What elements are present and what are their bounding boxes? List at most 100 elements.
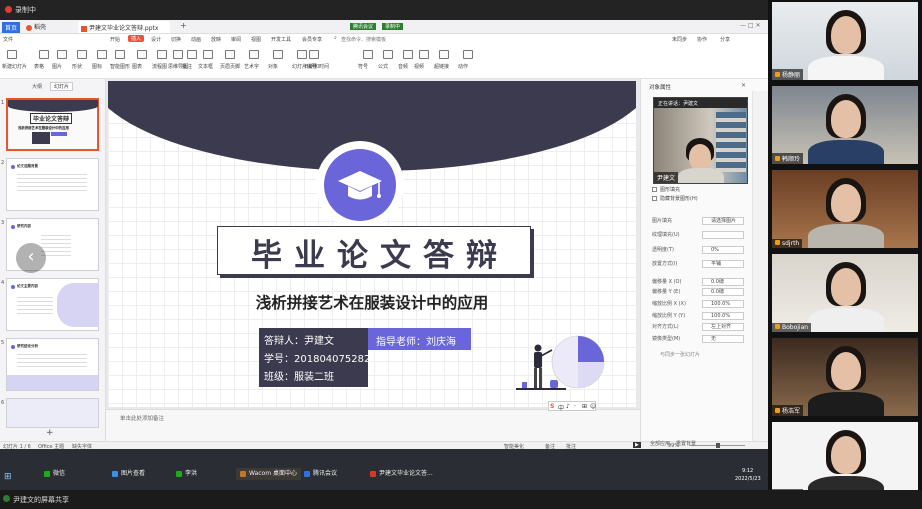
prop-value-4[interactable]: 0.0磅 [702, 278, 744, 286]
ribbon-17-icon[interactable] [383, 50, 393, 59]
checkbox-1[interactable] [652, 196, 657, 201]
ime-item-5[interactable]: ☺ [590, 403, 596, 410]
ribbon-21-icon[interactable] [463, 50, 473, 59]
play-icon[interactable]: ▶ [633, 442, 641, 448]
ribbon-6-icon[interactable] [137, 50, 147, 59]
ribbon-4-icon[interactable] [97, 50, 107, 59]
ribbon-8-icon[interactable] [173, 50, 183, 59]
ribbon-3-icon[interactable] [77, 50, 87, 59]
taskbar-app-0[interactable]: 微信 [40, 468, 69, 480]
search-icon[interactable]: ⌕ [334, 35, 337, 41]
menu-item-transition[interactable]: 切换 [171, 36, 181, 43]
prop-value-0[interactable]: 请选择图片 [702, 217, 744, 225]
slide-subtitle[interactable]: 浅析拼接艺术在服装设计中的应用 [108, 291, 636, 313]
apply-all-link[interactable]: 与同步一张幻灯片 [660, 351, 700, 358]
slide-thumb-6[interactable] [6, 398, 99, 428]
file-menu[interactable]: 文件 [3, 36, 13, 43]
menu-item-view[interactable]: 视图 [251, 36, 261, 43]
participant-tile[interactable]: 韩顺玲 [772, 86, 918, 164]
notes-placeholder[interactable]: 单击此处添加备注 [120, 414, 164, 422]
menu-item-insert[interactable]: 插入 [128, 35, 145, 42]
bottom-tab-0[interactable]: 全部应用 [650, 440, 670, 447]
doc-tab[interactable]: 尹建文毕业论文答辩.pptx [78, 21, 170, 33]
slide-thumb-5[interactable]: 研究结论分析 [6, 338, 99, 391]
notes-area[interactable]: 单击此处添加备注 [106, 409, 640, 441]
prev-slide-arrow[interactable]: ‹ [16, 243, 46, 273]
ribbon-1-icon[interactable] [39, 50, 49, 59]
participant-tile[interactable]: Bobojian [772, 254, 918, 332]
collab-button[interactable]: 协作 [697, 36, 707, 43]
ribbon-13-icon[interactable] [273, 50, 283, 59]
slide-thumb-4[interactable]: 论文主要内容 [6, 278, 99, 331]
prop-value-3[interactable]: 平铺 [702, 260, 744, 268]
ribbon-20-icon[interactable] [439, 50, 449, 59]
ribbon-4-label[interactable]: 图标 [92, 63, 102, 70]
prop-value-6[interactable]: 100.0% [702, 300, 744, 308]
zoom-slider-thumb[interactable] [716, 443, 720, 448]
ribbon-16-label[interactable]: 符号 [358, 63, 368, 70]
ribbon-19-label[interactable]: 视频 [414, 63, 424, 70]
ribbon-5-label[interactable]: 智能图形 [110, 63, 130, 70]
student-id-text[interactable]: 学号：201804075282 [264, 350, 370, 365]
class-text[interactable]: 班级：服装二班 [264, 368, 334, 383]
taskbar-app-4[interactable]: 腾讯会议 [300, 468, 341, 480]
ribbon-11-label[interactable]: 页眉页脚 [220, 63, 240, 70]
ime-item-3[interactable]: · [574, 403, 576, 410]
menu-item-slideshow[interactable]: 放映 [211, 36, 221, 43]
menu-item-member[interactable]: 会员专享 [302, 36, 322, 43]
speaker-video[interactable]: 正在讲话：尹建文 尹建文 [653, 97, 748, 184]
taskbar-app-5[interactable]: 尹建文毕业论文答... [366, 468, 437, 480]
ribbon-15-label[interactable]: 日期和时间 [304, 63, 329, 70]
menu-item-start[interactable]: 开始 [110, 36, 120, 43]
ribbon-15-icon[interactable] [309, 50, 319, 59]
taskbar-app-3[interactable]: Wacom 桌面中心 [236, 468, 301, 480]
ribbon-2-icon[interactable] [57, 50, 67, 59]
ribbon-18-label[interactable]: 音频 [398, 63, 408, 70]
slide-thumb-2[interactable]: 论文选题背景 [6, 158, 99, 211]
menu-item-devtools[interactable]: 开发工具 [271, 36, 291, 43]
menu-item-animation[interactable]: 动画 [191, 36, 201, 43]
add-slide-button[interactable]: + [46, 428, 54, 438]
docer-tab[interactable]: 稻壳 [26, 22, 46, 31]
ribbon-18-icon[interactable] [403, 50, 413, 59]
respondent-text[interactable]: 答辩人：尹建文 [264, 332, 334, 347]
prop-value-9[interactable]: 无 [702, 335, 744, 343]
menu-item-review[interactable]: 审阅 [231, 36, 241, 43]
ribbon-10-label[interactable]: 文本框 [198, 63, 213, 70]
taskbar-app-1[interactable]: 图片查看 [108, 468, 149, 480]
ime-item-0[interactable]: S [550, 403, 554, 410]
ribbon-13-label[interactable]: 对象 [268, 63, 278, 70]
command-search[interactable]: 查找命令、搜索模板 [341, 36, 386, 43]
prop-value-1[interactable] [702, 231, 744, 239]
ribbon-21-label[interactable]: 动作 [458, 63, 468, 70]
share-button[interactable]: 分享 [720, 36, 730, 43]
participant-tile[interactable]: 杨姿慧 [772, 422, 918, 500]
tab-outline[interactable]: 大纲 [32, 83, 42, 90]
ribbon-20-label[interactable]: 超链接 [434, 63, 449, 70]
advisor-text[interactable]: 指导老师：刘庆海 [376, 333, 456, 348]
bottom-tab-1[interactable]: 重置背景 [676, 440, 696, 447]
slide-title[interactable]: 毕业论文答辩 [217, 230, 531, 275]
slide-thumb-1[interactable]: 毕业论文答辩 浅析拼接艺术在服装设计中的应用 [6, 98, 99, 151]
ribbon-2-label[interactable]: 图片 [52, 63, 62, 70]
ime-toolbar[interactable]: S 中 ♪ · ⊞ ☺ [548, 401, 596, 412]
menu-item-design[interactable]: 设计 [151, 36, 161, 43]
ribbon-3-label[interactable]: 形状 [72, 63, 82, 70]
ribbon-7-label[interactable]: 流程图 [152, 63, 167, 70]
prop-value-8[interactable]: 左上对齐 [702, 323, 744, 331]
ribbon-9-icon[interactable] [187, 50, 197, 59]
prop-value-7[interactable]: 100.0% [702, 312, 744, 320]
sync-status[interactable]: 未同步 [672, 36, 687, 43]
new-tab-button[interactable]: + [180, 21, 187, 30]
ribbon-19-icon[interactable] [419, 50, 429, 59]
ribbon-11-icon[interactable] [225, 50, 235, 59]
checkbox-0[interactable] [652, 187, 657, 192]
prop-value-5[interactable]: 0.0磅 [702, 288, 744, 296]
participant-tile[interactable]: sdjrth [772, 170, 918, 248]
ime-item-1[interactable]: 中 [558, 403, 564, 412]
ribbon-17-label[interactable]: 公式 [378, 63, 388, 70]
ime-item-4[interactable]: ⊞ [582, 403, 587, 410]
ribbon-9-label[interactable]: 批注 [182, 63, 192, 70]
ribbon-1-label[interactable]: 表格 [34, 63, 44, 70]
window-controls[interactable]: — □ ✕ [740, 22, 761, 29]
